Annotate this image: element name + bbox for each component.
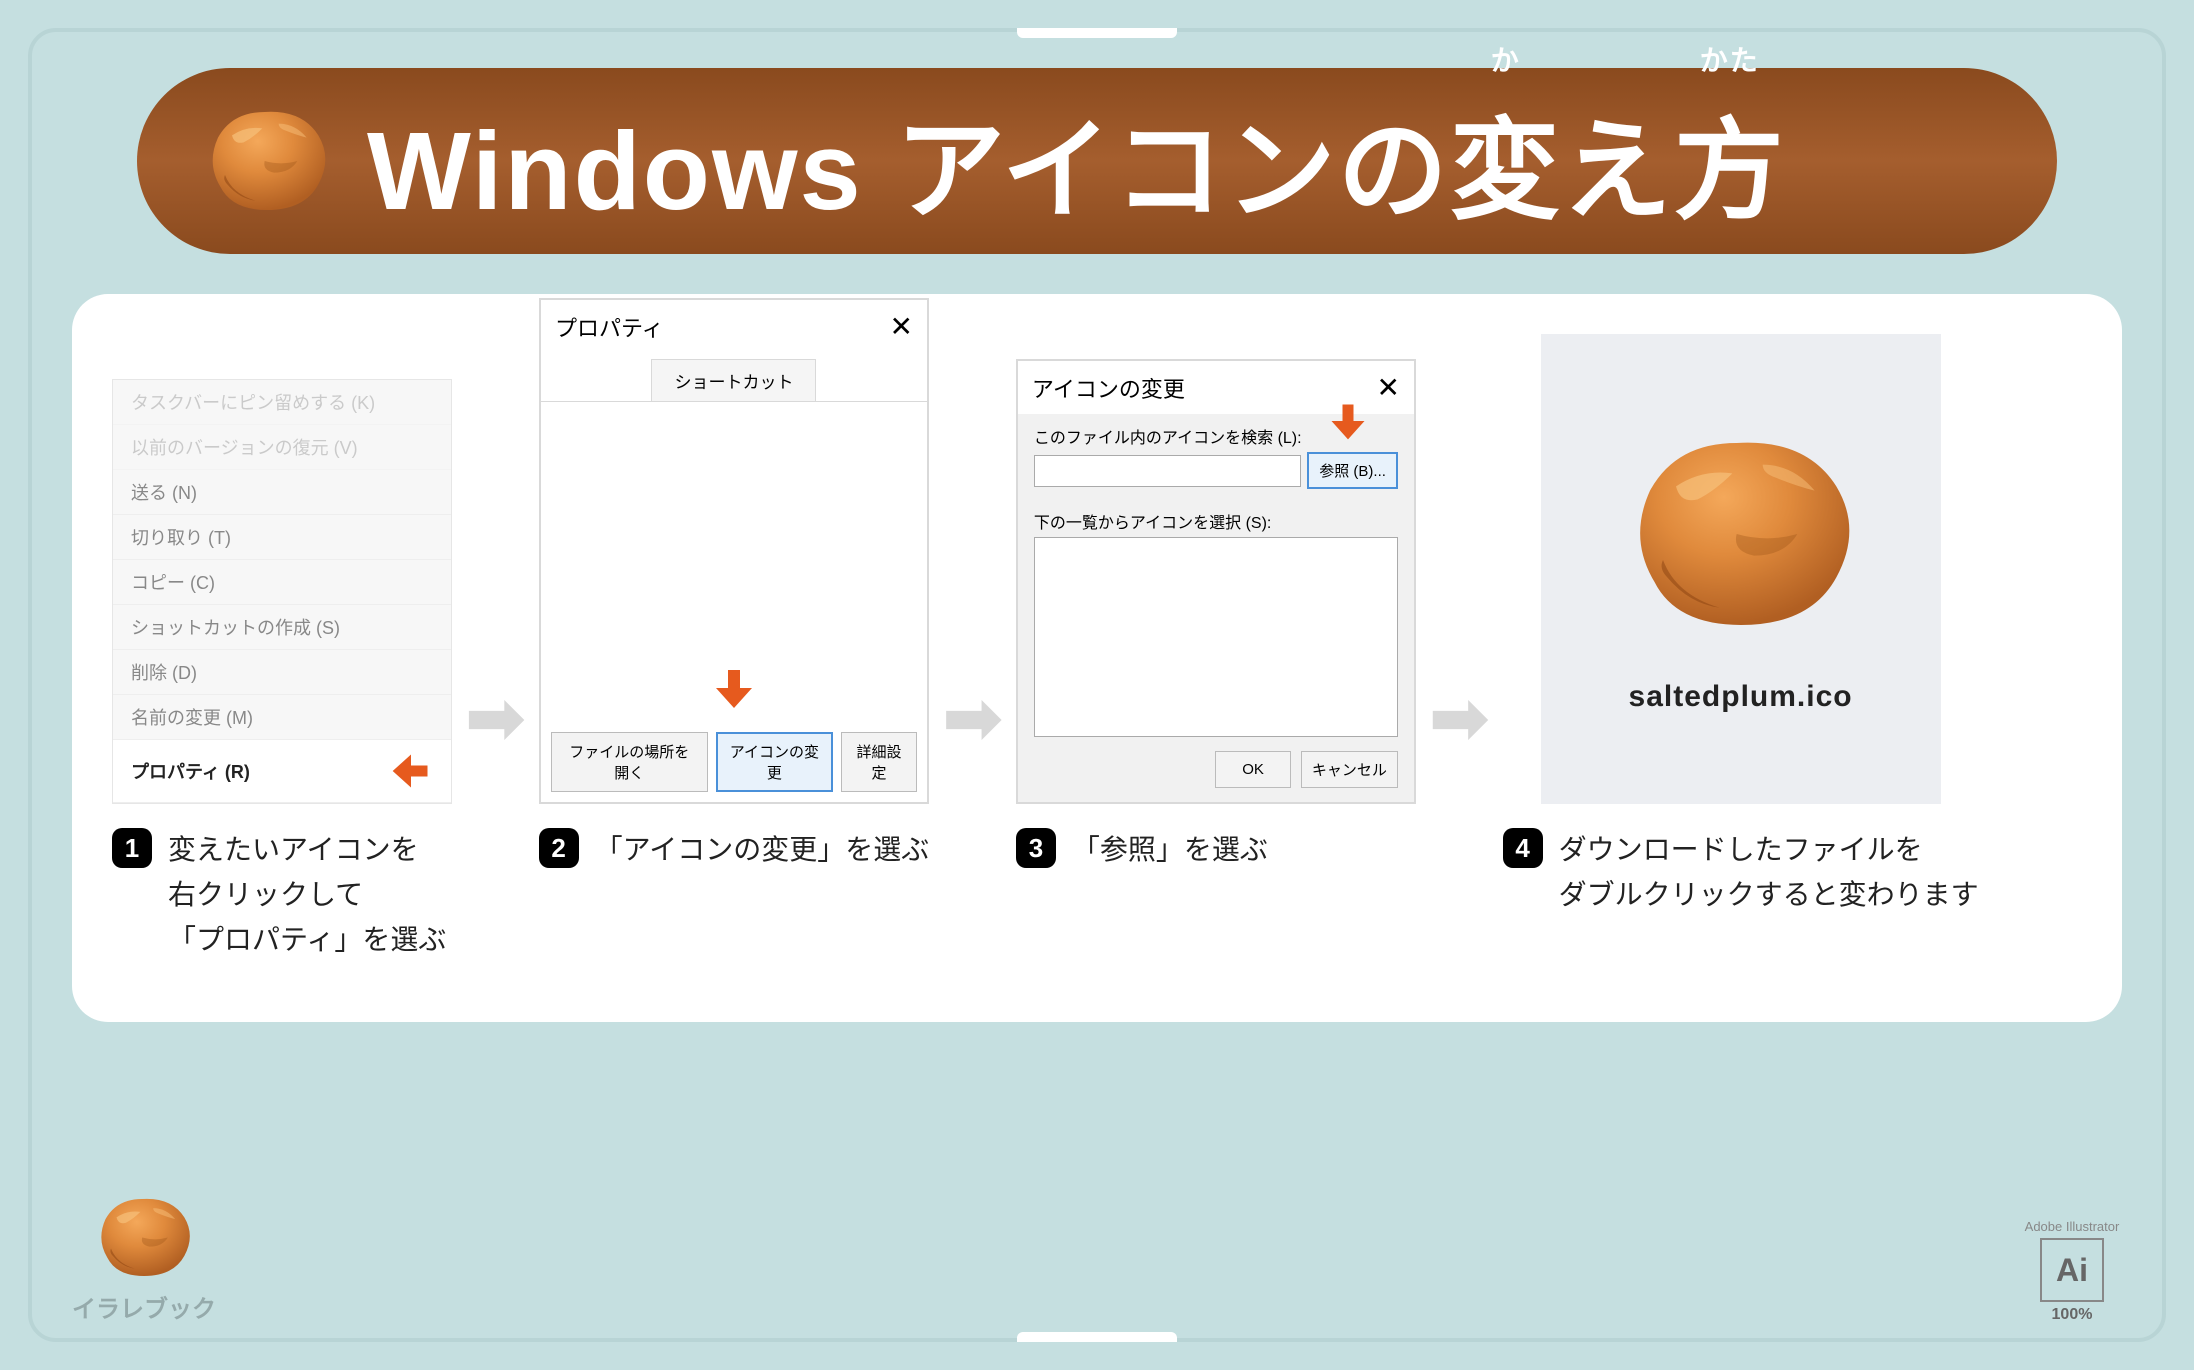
title-kata: 方 — [1674, 110, 1786, 233]
arrow-left-icon — [389, 749, 433, 793]
dialog-title: アイコンの変更 — [1032, 372, 1185, 404]
dialog-button-row: OK キャンセル — [1018, 751, 1414, 802]
step-4-visual: saltedplum.ico — [1503, 334, 1979, 804]
result-filename: saltedplum.ico — [1629, 680, 1853, 714]
step-number: 2 — [539, 828, 579, 868]
ctx-item[interactable]: 削除 (D) — [113, 650, 451, 695]
step-number: 3 — [1016, 828, 1056, 868]
open-location-button[interactable]: ファイルの場所を開く — [551, 732, 708, 792]
arrow-down-icon — [1326, 399, 1370, 443]
bottom-notch — [1017, 1332, 1177, 1342]
ctx-item[interactable]: ショットカットの作成 (S) — [113, 605, 451, 650]
browse-button[interactable]: 参照 (B)... — [1307, 452, 1398, 489]
ok-button[interactable]: OK — [1215, 751, 1291, 788]
arrow-separator-icon: ➡ — [466, 677, 525, 759]
change-icon-dialog: アイコンの変更 ✕ このファイル内のアイコンを検索 (L): 参照 (B)...… — [1016, 359, 1416, 804]
tab-shortcut[interactable]: ショートカット — [651, 359, 816, 401]
ctx-item[interactable]: 名前の変更 (M) — [113, 695, 451, 740]
title-banner: Windows アイコンの か 変 え かた 方 — [137, 68, 2057, 254]
ctx-item[interactable]: 以前のバージョンの復元 (V) — [113, 425, 451, 470]
step-2-caption: 2 「アイコンの変更」を選ぶ — [539, 828, 930, 873]
step-1: タスクバーにピン留めする (K) 以前のバージョンの復元 (V) 送る (N) … — [112, 334, 452, 962]
arrow-down-icon — [710, 664, 758, 712]
close-icon[interactable]: ✕ — [889, 310, 912, 343]
step-number: 4 — [1503, 828, 1543, 868]
dialog-titlebar: プロパティ ✕ — [541, 300, 927, 353]
close-icon[interactable]: ✕ — [1376, 371, 1399, 404]
step-caption-text: 「アイコンの変更」を選ぶ — [595, 828, 930, 873]
title-main: Windows アイコンの — [367, 81, 1450, 241]
advanced-button[interactable]: 詳細設定 — [841, 732, 917, 792]
top-notch — [1017, 28, 1177, 38]
step-1-visual: タスクバーにピン留めする (K) 以前のバージョンの復元 (V) 送る (N) … — [112, 334, 452, 804]
ctx-item[interactable]: 切り取り (T) — [113, 515, 451, 560]
step-2-visual: プロパティ ✕ ショートカット ファイルの場所を開く アイコンの変更 — [539, 334, 930, 804]
ctx-item-properties[interactable]: プロパティ (R) — [113, 740, 451, 803]
step-number: 1 — [112, 828, 152, 868]
plum-icon — [1611, 424, 1871, 644]
title-kae: 変 — [1450, 110, 1562, 233]
step-3-visual: アイコンの変更 ✕ このファイル内のアイコンを検索 (L): 参照 (B)...… — [1016, 334, 1416, 804]
tutorial-frame: Windows アイコンの か 変 え かた 方 タスクバーにピン留めする (K… — [28, 28, 2166, 1342]
change-icon-button[interactable]: アイコンの変更 — [716, 732, 834, 792]
ai-label: Adobe Illustrator — [2022, 1219, 2122, 1234]
step-caption-text: 変えたいアイコンを 右クリックして 「プロパティ」を選ぶ — [168, 828, 446, 962]
plum-icon — [197, 101, 337, 221]
dialog-button-row: ファイルの場所を開く アイコンの変更 詳細設定 — [541, 722, 927, 802]
ctx-item[interactable]: 送る (N) — [113, 470, 451, 515]
arrow-separator-icon: ➡ — [1430, 677, 1489, 759]
step-3: アイコンの変更 ✕ このファイル内のアイコンを検索 (L): 参照 (B)...… — [1016, 334, 1416, 873]
title-e: え — [1562, 81, 1674, 241]
cancel-button[interactable]: キャンセル — [1301, 751, 1398, 788]
ai-badge: Adobe Illustrator Ai 100% — [2022, 1219, 2122, 1324]
footer: イラレブック Adobe Illustrator Ai 100% — [72, 1190, 2122, 1324]
step-caption-text: ダウンロードしたファイルを ダブルクリックすると変わります — [1559, 828, 1979, 918]
title-text: Windows アイコンの か 変 え かた 方 — [367, 81, 1786, 241]
context-menu: タスクバーにピン留めする (K) 以前のバージョンの復元 (V) 送る (N) … — [112, 379, 452, 804]
footer-brand: イラレブック — [72, 1190, 216, 1324]
search-input-row: 参照 (B)... — [1018, 452, 1414, 499]
ruby-ka: か — [1491, 39, 1521, 79]
step-3-caption: 3 「参照」を選ぶ — [1016, 828, 1416, 873]
step-2: プロパティ ✕ ショートカット ファイルの場所を開く アイコンの変更 — [539, 334, 930, 873]
dialog-body — [541, 402, 927, 722]
step-4: saltedplum.ico 4 ダウンロードしたファイルを ダブルクリックする… — [1503, 334, 1979, 918]
content-card: タスクバーにピン留めする (K) 以前のバージョンの復元 (V) 送る (N) … — [72, 294, 2122, 1022]
icon-path-input[interactable] — [1034, 455, 1301, 487]
dialog-title: プロパティ — [555, 311, 664, 343]
plum-icon — [89, 1190, 199, 1285]
ctx-item-label: プロパティ (R) — [131, 758, 250, 784]
step-4-caption: 4 ダウンロードしたファイルを ダブルクリックすると変わります — [1503, 828, 1979, 918]
properties-dialog: プロパティ ✕ ショートカット ファイルの場所を開く アイコンの変更 — [539, 298, 929, 804]
step-caption-text: 「参照」を選ぶ — [1072, 828, 1268, 873]
result-panel: saltedplum.ico — [1541, 334, 1941, 804]
ai-percent: 100% — [2022, 1306, 2122, 1324]
dialog-tabs: ショートカット — [541, 353, 927, 402]
footer-brand-label: イラレブック — [72, 1289, 216, 1324]
arrow-separator-icon: ➡ — [943, 677, 1002, 759]
ctx-item[interactable]: コピー (C) — [113, 560, 451, 605]
ctx-item[interactable]: タスクバーにピン留めする (K) — [113, 380, 451, 425]
ai-logo-icon: Ai — [2040, 1238, 2104, 1302]
ruby-kata: かた — [1700, 39, 1760, 79]
select-label: 下の一覧からアイコンを選択 (S): — [1018, 499, 1414, 537]
icon-list[interactable] — [1034, 537, 1398, 737]
step-1-caption: 1 変えたいアイコンを 右クリックして 「プロパティ」を選ぶ — [112, 828, 452, 962]
